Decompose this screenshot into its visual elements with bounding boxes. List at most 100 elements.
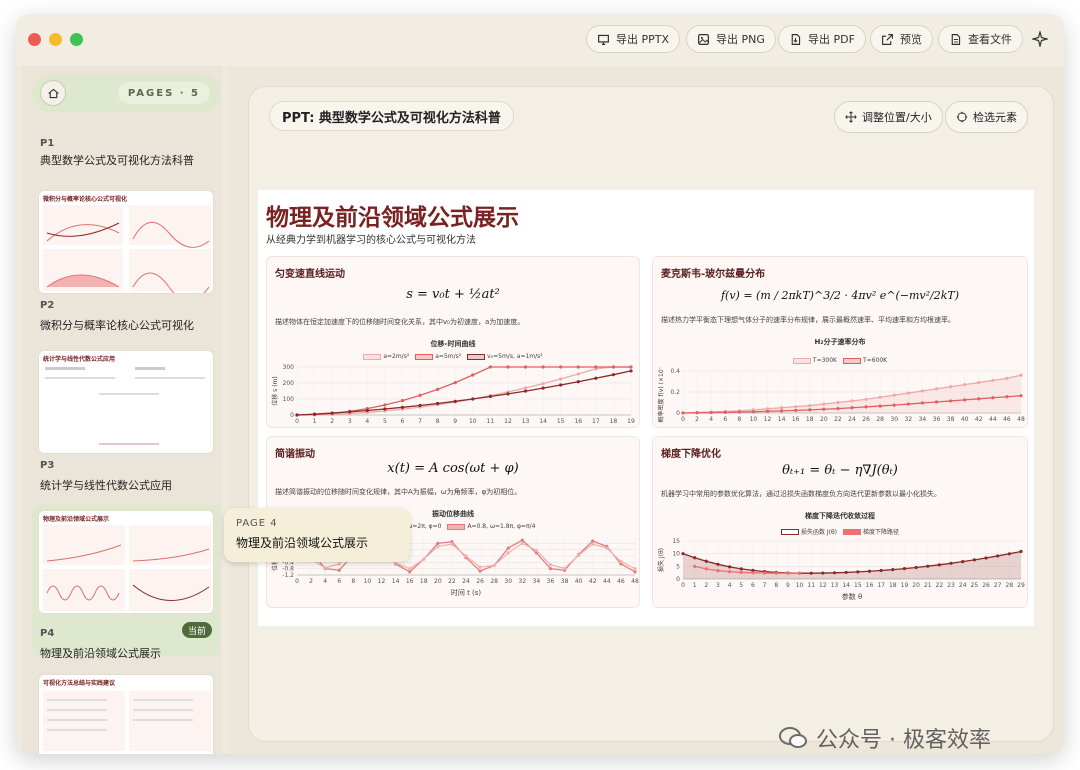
- export-pdf-button[interactable]: 导出 PDF: [778, 25, 866, 53]
- page-item-p2[interactable]: 微积分与概率论核心公式可视化 P2 微积分与概率论核心公式可视化: [32, 186, 220, 332]
- data-point: [821, 571, 825, 575]
- x-tick-label: 23: [947, 582, 955, 589]
- data-point: [450, 542, 454, 546]
- data-point: [1005, 376, 1009, 380]
- export-pptx-button[interactable]: 导出 PPTX: [586, 25, 681, 53]
- data-point: [808, 404, 812, 408]
- thumbnail-preview: [43, 691, 211, 751]
- legend-label: v₀=5m/s, a=1m/s²: [487, 353, 543, 360]
- page-title: 微积分与概率论核心公式可视化: [40, 319, 194, 332]
- legend-item: 梯度下降路径: [843, 527, 899, 536]
- data-point: [506, 546, 510, 550]
- x-tick-label: 12: [819, 582, 827, 589]
- close-window-button[interactable]: [28, 33, 41, 46]
- x-tick-label: 21: [924, 582, 932, 589]
- x-tick-label: 14: [392, 578, 400, 585]
- x-tick-label: 25: [971, 582, 979, 589]
- x-tick-label: 24: [848, 416, 856, 423]
- x-tick-label: 15: [557, 418, 565, 425]
- maximize-window-button[interactable]: [70, 33, 83, 46]
- x-tick-label: 46: [1003, 416, 1011, 423]
- page-item-p4[interactable]: 物理及前沿领域公式展示 P4 物理及前沿领域公式展示 当前: [32, 504, 220, 660]
- page-item-p5[interactable]: 可视化方法总结与实践建议: [32, 670, 220, 754]
- series-line: [296, 366, 631, 416]
- pages-sidebar: PAGES · 5 P1 典型数学公式及可视化方法科普 微积分与概率论核心公式可…: [22, 66, 222, 754]
- data-point: [312, 412, 317, 416]
- legend-label: T=300K: [812, 357, 837, 364]
- minimize-window-button[interactable]: [49, 33, 62, 46]
- page-title: 统计学与线性代数公式应用: [40, 479, 172, 492]
- export-png-button[interactable]: 导出 PNG: [686, 25, 776, 53]
- monitor-icon: [598, 34, 609, 45]
- data-point: [436, 541, 440, 545]
- app-window: 导出 PPTX 导出 PNG 导出 PDF 预览 查看文件 PAGES · 5: [16, 14, 1064, 754]
- x-tick-label: 32: [905, 416, 913, 423]
- y-tick-label: -1.2: [282, 572, 294, 579]
- x-tick-label: 20: [912, 582, 920, 589]
- x-tick-label: 46: [617, 578, 625, 585]
- x-tick-label: 0: [681, 416, 685, 423]
- sparkle-button[interactable]: [1030, 29, 1050, 49]
- y-tick-label: 200: [283, 380, 295, 387]
- data-point: [879, 568, 883, 573]
- x-tick-label: 27: [994, 582, 1002, 589]
- data-point: [681, 411, 685, 415]
- data-point: [295, 413, 299, 417]
- current-page-badge: 当前: [181, 622, 212, 638]
- data-point: [594, 376, 598, 380]
- data-point: [471, 397, 475, 401]
- x-tick-label: 19: [901, 582, 909, 589]
- page-number: P4: [40, 628, 55, 639]
- page-item-p1[interactable]: P1 典型数学公式及可视化方法科普: [32, 126, 220, 174]
- page-item-p3[interactable]: 统计学与线性代数公式应用 P3 统计学与线性代数公式应用: [32, 346, 220, 492]
- data-point: [436, 387, 440, 391]
- data-point: [611, 365, 616, 369]
- x-tick-label: 29: [1017, 582, 1025, 589]
- data-point: [977, 380, 981, 385]
- x-tick-label: 8: [351, 578, 355, 585]
- data-point: [633, 570, 637, 574]
- thumbnail-preview: [43, 205, 211, 293]
- gradient-descent-chart: 0510150 1 2 3 4 5 6 7 8 9 10 11 12 13 14 15 16 17 18 19 20 21…: [657, 538, 1025, 601]
- home-button[interactable]: [40, 80, 66, 106]
- x-tick-label: 14: [842, 582, 850, 589]
- card-description: 描述简谐振动的位移随时间变化规律，其中A为振幅，ω为角频率，φ为初相位。: [275, 488, 522, 496]
- watermark-text: 公众号 · 极客效率: [816, 728, 991, 753]
- data-point: [728, 565, 732, 569]
- data-point: [506, 551, 510, 555]
- data-point: [337, 562, 341, 566]
- data-point: [1019, 394, 1023, 398]
- preview-button[interactable]: 预览: [870, 25, 933, 53]
- card-heading: 匀变速直线运动: [275, 269, 345, 280]
- data-point: [934, 387, 939, 391]
- adjust-position-button[interactable]: 调整位置/大小: [834, 101, 943, 133]
- data-point: [383, 407, 387, 411]
- data-point: [704, 567, 708, 571]
- data-point: [436, 401, 440, 406]
- x-tick-label: 42: [589, 578, 597, 585]
- y-axis-label: 位移 s (m): [271, 376, 279, 405]
- data-point: [809, 571, 813, 575]
- data-point: [991, 378, 995, 383]
- select-element-button[interactable]: 检选元素: [945, 101, 1028, 133]
- page-number: P1: [40, 138, 55, 149]
- card-gradient-descent: 梯度下降优化 θₜ₊₁ = θₜ − η∇J(θₜ) 机器学习中常用的参数优化算…: [652, 436, 1028, 608]
- data-point: [453, 399, 457, 403]
- x-tick-label: 28: [490, 578, 498, 585]
- thumbnail-preview: [45, 367, 205, 445]
- x-tick-label: 7: [418, 418, 422, 425]
- tooltip-title: 物理及前沿领域公式展示: [236, 536, 369, 550]
- x-tick-label: 16: [574, 418, 582, 425]
- data-point: [633, 567, 637, 571]
- displacement-time-chart: 01002003000 1 2 3 4 5 6 7 8 9 10 11 12 13 14 15 16 17 18 19…: [271, 364, 635, 425]
- legend-item: a=2m/s²: [363, 353, 409, 360]
- data-point: [577, 553, 581, 557]
- data-point: [906, 391, 910, 395]
- view-files-button[interactable]: 查看文件: [938, 25, 1023, 53]
- x-tick-label: 0: [295, 418, 299, 425]
- data-point: [867, 569, 872, 573]
- x-tick-label: 44: [989, 416, 997, 423]
- x-tick-label: 12: [504, 418, 512, 425]
- data-point: [716, 569, 720, 573]
- x-tick-label: 20: [434, 578, 442, 585]
